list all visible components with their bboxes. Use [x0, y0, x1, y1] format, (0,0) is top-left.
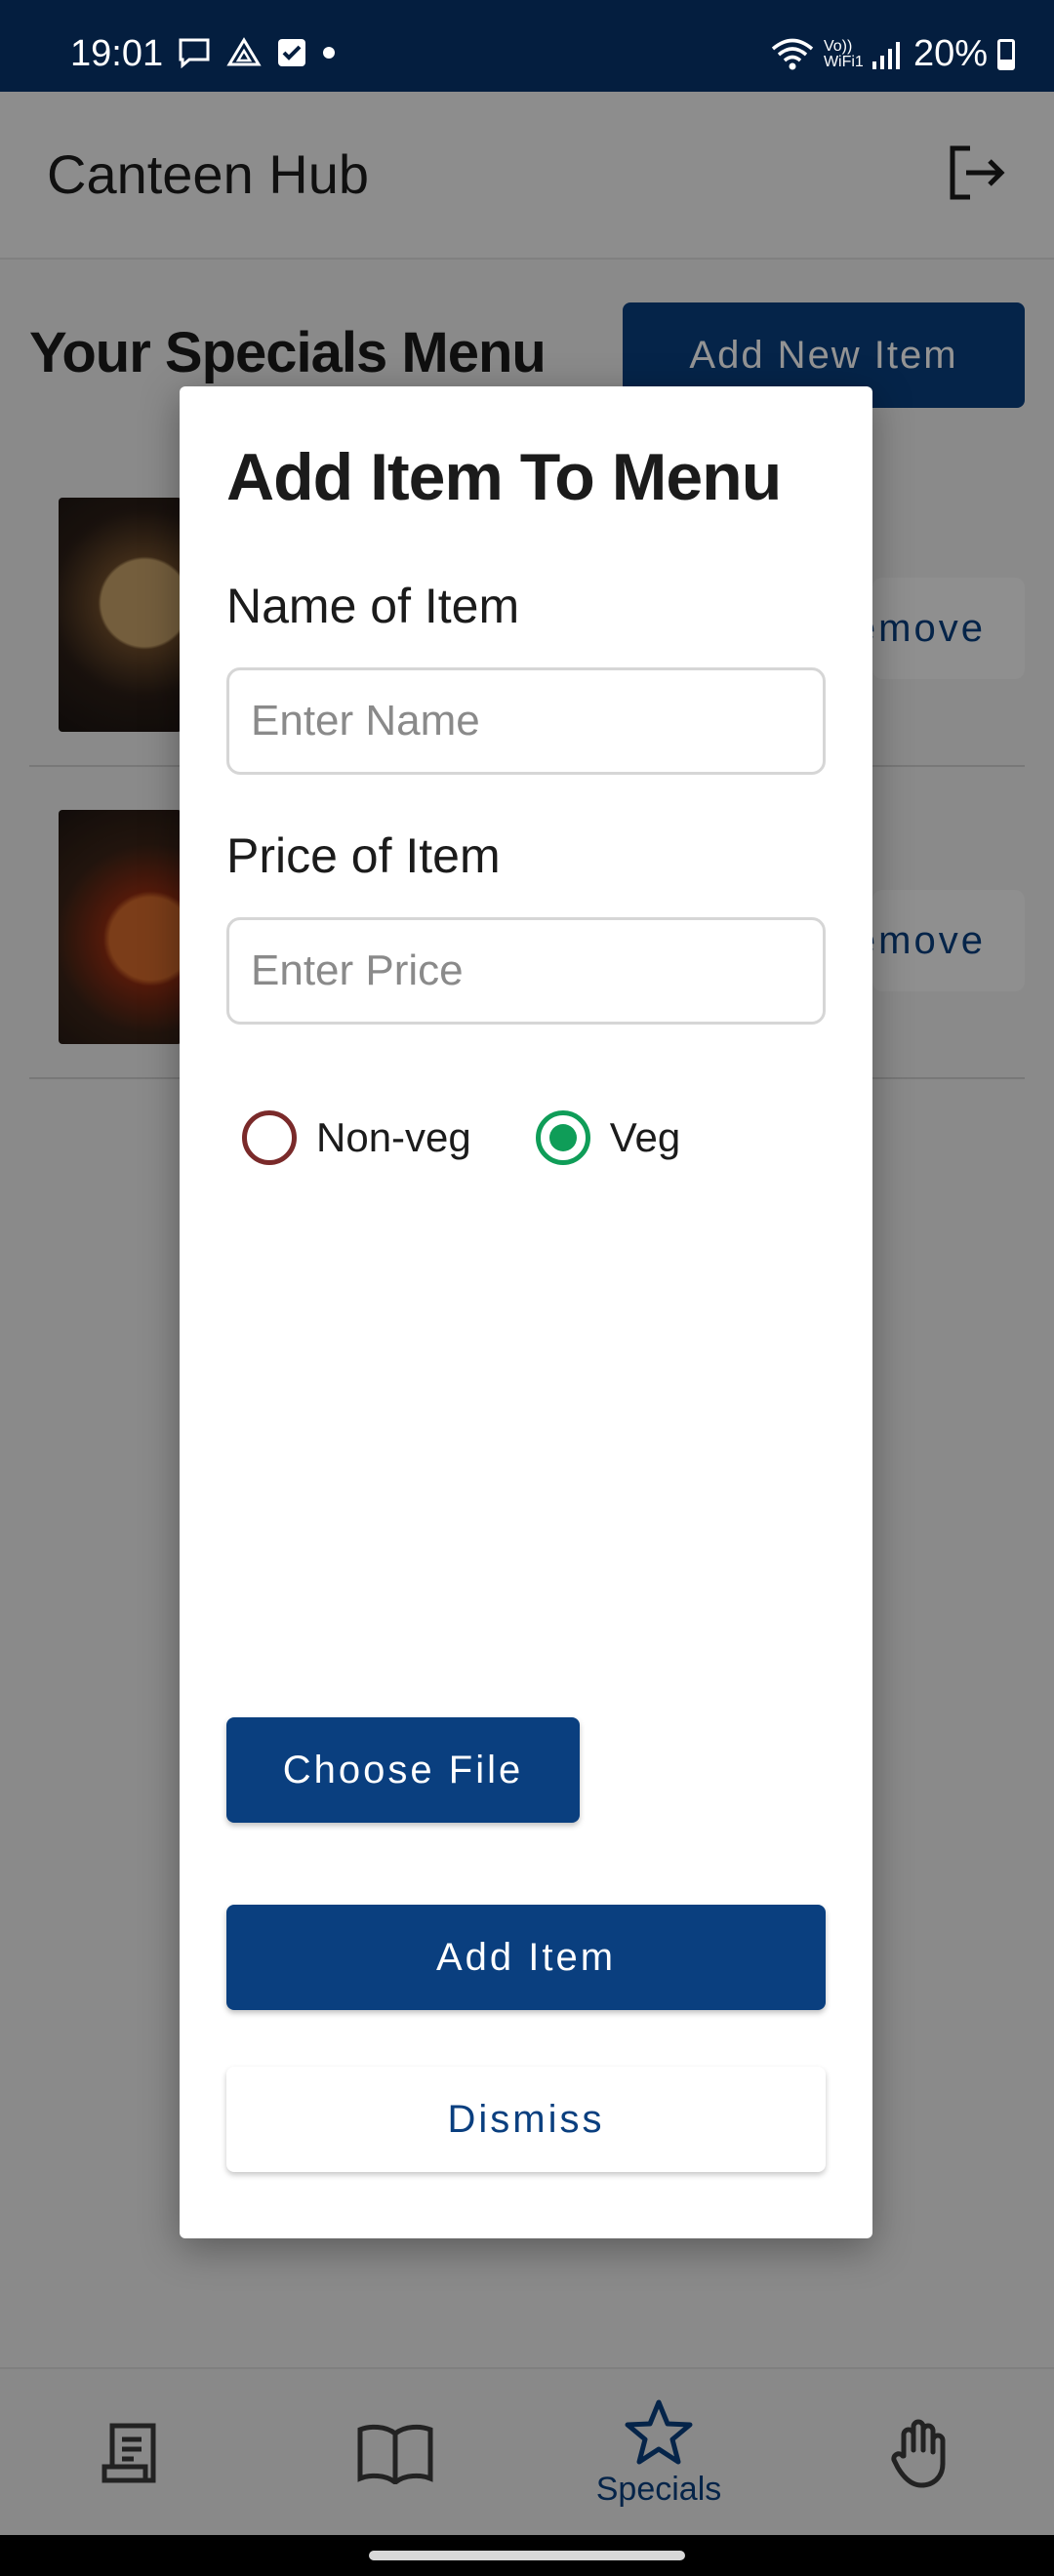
status-time: 19:01 [70, 33, 164, 74]
radio-veg-circle[interactable] [535, 1110, 590, 1165]
wifi-icon [771, 38, 814, 69]
battery-icon [997, 38, 1015, 70]
notification-icons [178, 37, 336, 68]
price-label: Price of Item [226, 828, 501, 883]
checkbox-icon [278, 39, 305, 66]
dismiss-button[interactable]: Dismiss [226, 2067, 826, 2172]
chat-icon [179, 38, 210, 68]
name-label: Name of Item [226, 579, 520, 633]
radio-veg[interactable]: Veg [535, 1110, 681, 1165]
status-right: Vo)) WiFi1 20% [771, 33, 1015, 75]
food-type-radio-group: Non-veg Veg [242, 1110, 745, 1165]
choose-file-button[interactable]: Choose File [226, 1717, 580, 1823]
radio-non-veg-label: Non-veg [316, 1114, 471, 1160]
radio-non-veg-circle[interactable] [242, 1110, 297, 1165]
add-item-button[interactable]: Add Item [226, 1905, 826, 2010]
price-input[interactable] [226, 917, 826, 1025]
battery-percent: 20% [912, 33, 988, 74]
radio-non-veg[interactable]: Non-veg [242, 1110, 471, 1165]
signal-icon [872, 41, 900, 69]
network-label: Vo)) WiFi1 [823, 37, 864, 70]
gesture-bar [0, 2535, 1054, 2576]
name-input[interactable] [226, 667, 826, 775]
dot-icon [323, 47, 335, 59]
dialog-title: Add Item To Menu [226, 440, 782, 514]
home-indicator[interactable] [369, 2551, 685, 2560]
radio-veg-label: Veg [609, 1114, 681, 1160]
status-bar: 19:01 Vo)) WiFi1 20% [0, 0, 1054, 92]
add-item-dialog: Add Item To Menu Name of Item Price of I… [180, 386, 872, 2238]
drive-icon [226, 37, 262, 66]
